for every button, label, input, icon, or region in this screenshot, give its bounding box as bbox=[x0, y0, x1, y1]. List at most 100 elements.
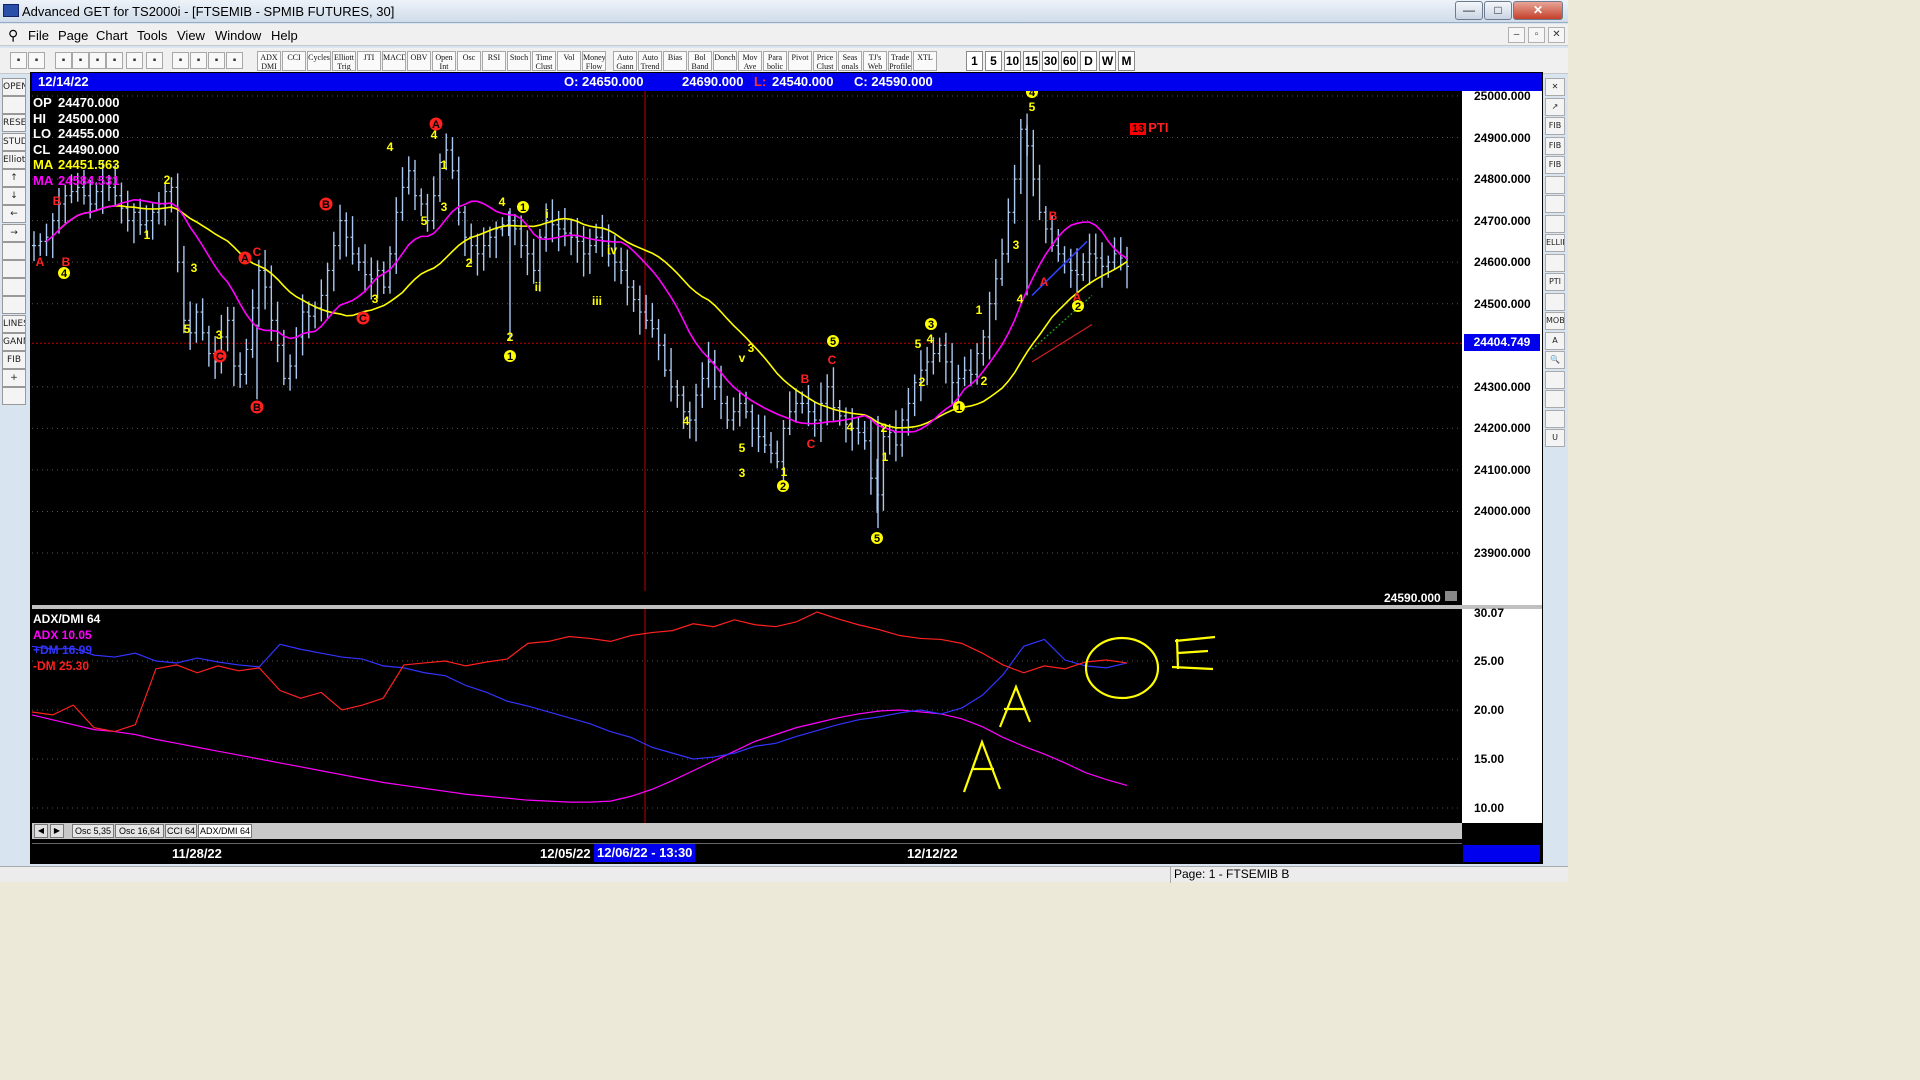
right-tool-button[interactable]: FIB EXT bbox=[1545, 136, 1565, 155]
tb-icon-a[interactable]: ▪ bbox=[10, 52, 27, 69]
tab-prev-arrow[interactable]: ◀ bbox=[34, 824, 48, 838]
tb-cut-icon[interactable]: ▪ bbox=[146, 52, 163, 69]
timeframe-button[interactable]: 15 bbox=[1023, 51, 1040, 71]
left-tool-button[interactable]: + bbox=[2, 369, 26, 388]
menu-view[interactable]: View bbox=[177, 28, 205, 43]
timeframe-button[interactable]: D bbox=[1080, 51, 1097, 71]
left-tool-button[interactable] bbox=[2, 278, 26, 297]
right-tool-button[interactable]: PTI bbox=[1545, 273, 1565, 291]
right-tool-button[interactable]: U bbox=[1545, 429, 1565, 447]
tab-cci-64[interactable]: CCI 64 bbox=[165, 824, 197, 838]
study-button[interactable]: XTL bbox=[913, 51, 937, 71]
study-button[interactable]: Bias bbox=[663, 51, 687, 71]
study-button[interactable]: RSI bbox=[482, 51, 506, 71]
study-button[interactable]: ADX DMI bbox=[257, 51, 281, 71]
timeframe-button[interactable]: 60 bbox=[1061, 51, 1078, 71]
timeframe-button[interactable]: W bbox=[1099, 51, 1116, 71]
left-tool-button[interactable]: → bbox=[2, 223, 26, 242]
mdi-restore-button[interactable]: ▫ bbox=[1528, 27, 1545, 43]
tb-help-icon[interactable]: ▪ bbox=[226, 52, 243, 69]
study-button[interactable]: Stoch bbox=[507, 51, 531, 71]
study-button[interactable]: Auto Gann bbox=[613, 51, 637, 71]
left-tool-button[interactable]: ↓ bbox=[2, 187, 26, 206]
timeframe-button[interactable]: M bbox=[1118, 51, 1135, 71]
right-tool-button[interactable]: A bbox=[1545, 331, 1565, 350]
study-button[interactable]: Open Int bbox=[432, 51, 456, 71]
right-tool-button[interactable] bbox=[1545, 175, 1565, 194]
right-tool-button[interactable]: FIB TIME bbox=[1545, 156, 1565, 174]
tb-icon-b[interactable]: ▪ bbox=[28, 52, 45, 69]
maximize-button[interactable]: □ bbox=[1484, 1, 1512, 20]
timeframe-button[interactable]: 1 bbox=[966, 51, 983, 71]
right-tool-button[interactable] bbox=[1545, 390, 1565, 408]
tb-printer-icon[interactable]: ▪ bbox=[208, 52, 225, 69]
right-tool-button[interactable]: MOB bbox=[1545, 312, 1565, 330]
tb-print-icon[interactable]: ▪ bbox=[106, 52, 123, 69]
left-tool-button[interactable]: ← bbox=[2, 205, 26, 224]
tab-osc-5-35[interactable]: Osc 5,35 bbox=[72, 824, 114, 838]
mdi-minimize-button[interactable]: – bbox=[1508, 27, 1525, 43]
left-tool-button[interactable] bbox=[2, 260, 26, 278]
tb-new-icon[interactable]: ▪ bbox=[55, 52, 72, 69]
tb-save-icon[interactable]: ▪ bbox=[89, 52, 106, 69]
left-tool-button[interactable]: LINES bbox=[2, 314, 26, 333]
mdi-close-button[interactable]: ✕ bbox=[1548, 27, 1565, 43]
right-tool-button[interactable]: ↗ bbox=[1545, 97, 1565, 116]
study-button[interactable]: Para bolic bbox=[763, 51, 787, 71]
menu-chart[interactable]: Chart bbox=[96, 28, 128, 43]
adx-dmi-chart[interactable] bbox=[32, 609, 1462, 823]
study-button[interactable]: Pivot bbox=[788, 51, 812, 71]
close-button[interactable]: ✕ bbox=[1513, 1, 1563, 20]
study-button[interactable]: OBV bbox=[407, 51, 431, 71]
study-button[interactable]: Vol bbox=[557, 51, 581, 71]
left-tool-button[interactable]: FIB bbox=[2, 351, 26, 369]
menu-help[interactable]: Help bbox=[271, 28, 298, 43]
left-tool-button[interactable]: STUDY bbox=[2, 132, 26, 151]
study-button[interactable]: Time Clust bbox=[532, 51, 556, 71]
right-tool-button[interactable]: FIB RET bbox=[1545, 117, 1565, 135]
study-button[interactable]: Donch bbox=[713, 51, 737, 71]
right-tool-button[interactable]: 🔍 bbox=[1545, 351, 1565, 369]
study-button[interactable]: Osc bbox=[457, 51, 481, 71]
right-tool-button[interactable]: ELLIPS bbox=[1545, 234, 1565, 252]
study-button[interactable]: Money Flow bbox=[582, 51, 606, 71]
price-chart[interactable]: 41235 34534123124 1 iiiiiiiv4v353 1253452121… bbox=[32, 91, 1462, 605]
menu-window[interactable]: Window bbox=[215, 28, 261, 43]
left-tool-button[interactable]: RESET bbox=[2, 114, 26, 133]
left-tool-button[interactable]: OPEN bbox=[2, 78, 26, 96]
menu-page[interactable]: Page bbox=[58, 28, 88, 43]
study-button[interactable]: MACD bbox=[382, 51, 406, 71]
study-button[interactable]: Cycles bbox=[307, 51, 331, 71]
study-button[interactable]: Mov Ave bbox=[738, 51, 762, 71]
tab-next-arrow[interactable]: ▶ bbox=[50, 824, 64, 838]
menu-file[interactable]: File bbox=[28, 28, 49, 43]
tb-paste-icon[interactable]: ▪ bbox=[172, 52, 189, 69]
right-tool-button[interactable] bbox=[1545, 292, 1565, 311]
right-tool-button[interactable] bbox=[1545, 370, 1565, 389]
right-tool-button[interactable] bbox=[1545, 214, 1565, 233]
tab-osc-16-64[interactable]: Osc 16,64 bbox=[115, 824, 164, 838]
timeframe-button[interactable]: 5 bbox=[985, 51, 1002, 71]
title-bar[interactable]: Advanced GET for TS2000i - [FTSEMIB - SP… bbox=[0, 0, 1568, 23]
left-tool-button[interactable] bbox=[2, 241, 26, 260]
right-tool-button[interactable]: ✕ bbox=[1545, 78, 1565, 96]
study-button[interactable]: Trade Profile bbox=[888, 51, 912, 71]
study-button[interactable]: Seas onals bbox=[838, 51, 862, 71]
left-tool-button[interactable]: ↑ bbox=[2, 169, 26, 187]
tb-undo-icon[interactable]: ▪ bbox=[190, 52, 207, 69]
minimize-button[interactable]: — bbox=[1455, 1, 1483, 20]
document-icon[interactable]: ⚲ bbox=[8, 27, 18, 44]
timeframe-button[interactable]: 10 bbox=[1004, 51, 1021, 71]
right-tool-button[interactable] bbox=[1545, 409, 1565, 428]
study-button[interactable]: Price Clust bbox=[813, 51, 837, 71]
tb-copy-icon[interactable]: ▪ bbox=[126, 52, 143, 69]
study-button[interactable]: TJ's Web bbox=[863, 51, 887, 71]
right-tool-button[interactable] bbox=[1545, 253, 1565, 272]
chart-settings-icon[interactable] bbox=[1445, 591, 1457, 601]
left-tool-button[interactable] bbox=[2, 96, 26, 115]
study-button[interactable]: Elliott Trig bbox=[332, 51, 356, 71]
study-button[interactable]: JTI bbox=[357, 51, 381, 71]
left-tool-button[interactable]: GANN bbox=[2, 332, 26, 351]
left-tool-button[interactable]: Elliott bbox=[2, 150, 26, 169]
left-tool-button[interactable] bbox=[2, 387, 26, 406]
